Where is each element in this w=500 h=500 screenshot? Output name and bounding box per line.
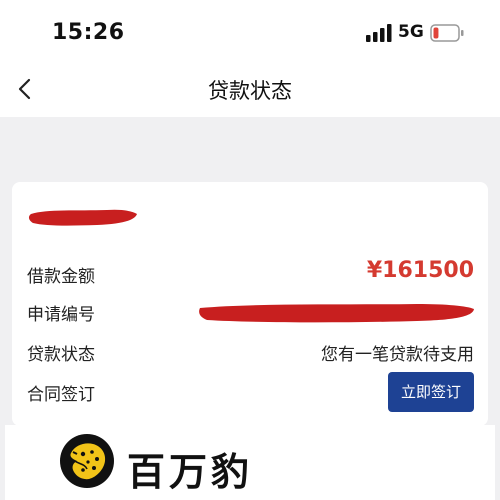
loan-amount-label: 借款金额 (27, 267, 95, 287)
loan-status-value: 您有一笔贷款待支用 (321, 345, 474, 365)
brand-bar: 百万豹 (5, 425, 495, 500)
loan-amount-value: ¥161500 (366, 258, 474, 283)
leopard-logo-icon (60, 434, 114, 488)
row-contract-signing: 合同签订 立即签订 (27, 372, 474, 412)
row-application-number: 申请编号 (27, 296, 474, 326)
row-loan-status: 贷款状态 您有一笔贷款待支用 (27, 336, 474, 366)
sign-now-button[interactable]: 立即签订 (388, 372, 474, 412)
loan-status-label: 贷款状态 (27, 345, 95, 365)
application-number-label: 申请编号 (27, 305, 95, 325)
battery-icon (430, 24, 464, 42)
status-time: 15:26 (52, 20, 125, 45)
row-loan-amount: 借款金额 ¥161500 (27, 258, 474, 288)
signal-icon (366, 24, 392, 42)
loan-card: 借款金额 ¥161500 申请编号 贷款状态 您有一笔贷款待支用 合同签订 立即… (12, 182, 488, 426)
page-title: 贷款状态 (208, 79, 292, 103)
contract-signing-label: 合同签订 (27, 385, 95, 405)
network-type: 5G (398, 22, 424, 42)
redacted-name (28, 209, 138, 226)
brand-name: 百万豹 (127, 449, 254, 494)
redacted-application-number (199, 304, 474, 323)
nav-bar: 贷款状态 (0, 65, 500, 117)
status-bar: 15:26 5G (0, 0, 500, 65)
